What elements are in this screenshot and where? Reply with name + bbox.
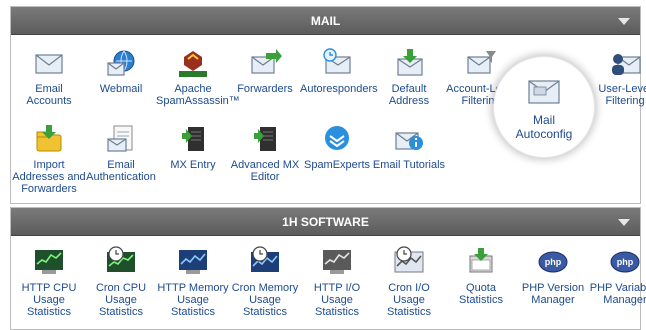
spamexperts-icon: [320, 123, 354, 155]
cron-cpu-stats-icon: [104, 246, 138, 278]
autoresponders-link[interactable]: Autoresponders: [299, 47, 378, 95]
http-cpu-stats-icon: [32, 246, 66, 278]
php-variables-manager-label: PHP Variables Manager: [589, 282, 646, 306]
import-folder-icon: [32, 123, 66, 155]
email-accounts-link[interactable]: Email Accounts: [11, 47, 87, 107]
email-accounts-label: Email Accounts: [26, 83, 72, 107]
cron-io-usage-label: Cron I/O Usage Statistics: [386, 282, 431, 318]
php-variables-manager-link[interactable]: php PHP Variables Manager: [587, 246, 646, 306]
quota-statistics-label: Quota Statistics: [458, 282, 503, 306]
email-auth-icon: [104, 123, 138, 155]
email-envelope-icon: [32, 47, 66, 79]
http-cpu-usage-link[interactable]: HTTP CPU Usage Statistics: [11, 246, 87, 318]
http-io-usage-link[interactable]: HTTP I/O Usage Statistics: [299, 246, 375, 318]
php-variables-icon: php: [608, 246, 642, 278]
spamassassin-link[interactable]: Apache SpamAssassin™: [155, 47, 240, 107]
mail-section-title: MAIL: [310, 14, 341, 28]
php-version-manager-label: PHP Version Manager: [521, 282, 585, 306]
email-tutorials-label: Email Tutorials: [372, 159, 446, 171]
quota-statistics-link[interactable]: Quota Statistics: [443, 246, 519, 306]
svg-text:php: php: [545, 257, 562, 267]
spamassassin-icon: [176, 47, 210, 79]
cron-memory-stats-icon: [248, 246, 282, 278]
http-memory-usage-link[interactable]: HTTP Memory Usage Statistics: [155, 246, 231, 318]
forwarders-icon: [248, 47, 282, 79]
spamexperts-label: SpamExperts: [303, 159, 371, 171]
default-address-label: Default Address: [388, 83, 430, 107]
user-level-filtering-label: User-Level Filtering: [598, 83, 646, 107]
mail-section-header[interactable]: MAIL: [11, 7, 640, 35]
email-tutorials-link[interactable]: Email Tutorials: [371, 123, 447, 171]
spamexperts-link[interactable]: SpamExperts: [299, 123, 375, 171]
mail-autoconfig-spotlight: Mail Autoconfig: [494, 57, 594, 157]
autoresponders-label: Autoresponders: [300, 83, 378, 95]
forwarders-link[interactable]: Forwarders: [227, 47, 303, 95]
mail-autoconfig-label: Mail Autoconfig: [515, 113, 573, 141]
webmail-label: Webmail: [99, 83, 143, 95]
quota-stats-icon: [464, 246, 498, 278]
user-level-filtering-link[interactable]: User-Level Filtering: [587, 47, 646, 107]
1h-software-section-title: 1H SOFTWARE: [282, 215, 369, 229]
default-address-link[interactable]: Default Address: [371, 47, 447, 107]
collapse-chevron-icon[interactable]: [618, 219, 630, 226]
autoresponders-icon: [320, 47, 354, 79]
mail-autoconfig-link[interactable]: Mail Autoconfig: [506, 75, 582, 141]
filter-envelope-icon: [464, 47, 498, 79]
advanced-mx-editor-label: Advanced MX Editor: [230, 159, 300, 183]
http-cpu-usage-label: HTTP CPU Usage Statistics: [21, 282, 77, 318]
http-memory-stats-icon: [176, 246, 210, 278]
advanced-mx-server-icon: [248, 123, 282, 155]
cron-cpu-usage-link[interactable]: Cron CPU Usage Statistics: [83, 246, 159, 318]
default-address-icon: [392, 47, 426, 79]
svg-text:php: php: [617, 257, 634, 267]
cpanel-page: MAIL Email Accounts Webmail Apache SpamA…: [0, 0, 646, 330]
user-filter-icon: [608, 47, 642, 79]
advanced-mx-editor-link[interactable]: Advanced MX Editor: [227, 123, 303, 183]
1h-software-section: 1H SOFTWARE HTTP CPU Usage Statistics Cr…: [10, 207, 646, 330]
email-tutorials-icon: [392, 123, 426, 155]
cron-io-usage-link[interactable]: Cron I/O Usage Statistics: [371, 246, 447, 318]
webmail-link[interactable]: Webmail: [83, 47, 159, 95]
import-addresses-label: Import Addresses and Forwarders: [12, 159, 86, 195]
cron-io-stats-icon: [392, 246, 426, 278]
collapse-chevron-icon[interactable]: [618, 18, 630, 25]
mx-entry-label: MX Entry: [170, 159, 216, 171]
email-authentication-label: Email Authentication: [86, 159, 156, 183]
mail-icon-grid: Email Accounts Webmail Apache SpamAssass…: [11, 35, 646, 203]
forwarders-label: Forwarders: [237, 83, 293, 95]
mx-entry-link[interactable]: MX Entry: [155, 123, 231, 171]
email-authentication-link[interactable]: Email Authentication: [83, 123, 159, 183]
php-version-manager-link[interactable]: php PHP Version Manager: [515, 246, 591, 306]
mail-section: MAIL Email Accounts Webmail Apache SpamA…: [10, 6, 646, 204]
http-io-usage-label: HTTP I/O Usage Statistics: [313, 282, 361, 318]
mx-server-icon: [176, 123, 210, 155]
mail-autoconfig-icon: [525, 75, 563, 109]
http-io-stats-icon: [320, 246, 354, 278]
php-version-icon: php: [536, 246, 570, 278]
import-addresses-link[interactable]: Import Addresses and Forwarders: [11, 123, 87, 195]
spamassassin-label: Apache SpamAssassin™: [156, 83, 240, 107]
cron-cpu-usage-label: Cron CPU Usage Statistics: [95, 282, 147, 318]
cron-memory-usage-link[interactable]: Cron Memory Usage Statistics: [227, 246, 303, 318]
software-icon-grid: HTTP CPU Usage Statistics Cron CPU Usage…: [11, 236, 646, 329]
http-memory-usage-label: HTTP Memory Usage Statistics: [157, 282, 229, 318]
1h-software-section-header[interactable]: 1H SOFTWARE: [11, 208, 640, 236]
webmail-globe-icon: [104, 47, 138, 79]
cron-memory-usage-label: Cron Memory Usage Statistics: [231, 282, 299, 318]
